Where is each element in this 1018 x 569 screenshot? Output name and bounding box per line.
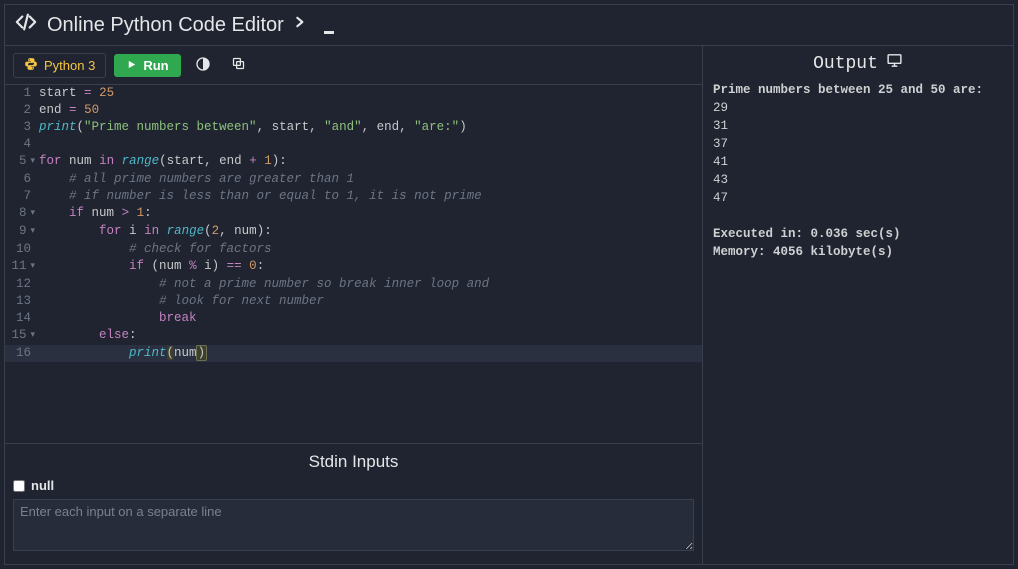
- code-line[interactable]: 13 # look for next number: [5, 293, 702, 310]
- code-line[interactable]: 16 print(num): [5, 345, 702, 362]
- title-bar: Online Python Code Editor: [5, 5, 1013, 46]
- code-content: start = 25: [39, 85, 114, 102]
- code-content: if num > 1:: [39, 205, 152, 222]
- code-line[interactable]: 11 if (num % i) == 0:: [5, 258, 702, 276]
- stdin-title: Stdin Inputs: [13, 450, 694, 478]
- stdin-null-label: null: [31, 478, 54, 493]
- output-line: 37: [713, 135, 1003, 153]
- line-number: 8: [5, 205, 39, 223]
- code-content: break: [39, 310, 197, 327]
- code-line[interactable]: 5for num in range(start, end + 1):: [5, 153, 702, 171]
- run-button[interactable]: Run: [114, 54, 180, 77]
- terminal-prompt-icon: [294, 12, 314, 38]
- code-content: for num in range(start, end + 1):: [39, 153, 287, 170]
- left-column: Python 3 Run: [5, 46, 703, 564]
- editor-toolbar: Python 3 Run: [5, 46, 702, 85]
- line-number: 14: [5, 310, 39, 327]
- code-line[interactable]: 9 for i in range(2, num):: [5, 223, 702, 241]
- stdin-null-checkbox[interactable]: [13, 480, 25, 492]
- code-content: if (num % i) == 0:: [39, 258, 264, 275]
- copy-button[interactable]: [225, 52, 253, 78]
- code-line[interactable]: 4: [5, 136, 702, 153]
- code-content: # check for factors: [39, 241, 272, 258]
- copy-icon: [231, 56, 246, 74]
- output-line: Executed in: 0.036 sec(s): [713, 225, 1003, 243]
- code-line[interactable]: 12 # not a prime number so break inner l…: [5, 276, 702, 293]
- code-content: print(num): [39, 345, 206, 362]
- output-title: Output: [813, 54, 878, 74]
- output-line: 47: [713, 189, 1003, 207]
- line-number: 12: [5, 276, 39, 293]
- output-panel: Output Prime numbers between 25 and 50 a…: [703, 46, 1013, 564]
- app-frame: Online Python Code Editor Python 3: [4, 4, 1014, 565]
- line-number: 5: [5, 153, 39, 171]
- language-label: Python 3: [44, 58, 95, 73]
- stdin-textarea[interactable]: [13, 499, 694, 551]
- code-line[interactable]: 15 else:: [5, 327, 702, 345]
- line-number: 13: [5, 293, 39, 310]
- code-line[interactable]: 1start = 25: [5, 85, 702, 102]
- code-line[interactable]: 10 # check for factors: [5, 241, 702, 258]
- line-number: 16: [5, 345, 39, 362]
- output-line: 31: [713, 117, 1003, 135]
- code-line[interactable]: 3print("Prime numbers between", start, "…: [5, 119, 702, 136]
- output-line: Prime numbers between 25 and 50 are:: [713, 81, 1003, 99]
- line-number: 3: [5, 119, 39, 136]
- line-number: 1: [5, 85, 39, 102]
- code-line[interactable]: 14 break: [5, 310, 702, 327]
- language-badge[interactable]: Python 3: [13, 53, 106, 78]
- python-icon: [24, 57, 38, 74]
- line-number: 7: [5, 188, 39, 205]
- code-line[interactable]: 8 if num > 1:: [5, 205, 702, 223]
- line-number: 2: [5, 102, 39, 119]
- code-content: # look for next number: [39, 293, 324, 310]
- output-line: 43: [713, 171, 1003, 189]
- cursor-icon: [324, 31, 334, 34]
- line-number: 9: [5, 223, 39, 241]
- stdin-panel: Stdin Inputs null: [5, 443, 702, 564]
- code-icon: [15, 11, 37, 39]
- code-content: print("Prime numbers between", start, "a…: [39, 119, 467, 136]
- stdin-null-row[interactable]: null: [13, 478, 694, 493]
- code-line[interactable]: 7 # if number is less than or equal to 1…: [5, 188, 702, 205]
- output-title-row: Output: [713, 52, 1003, 81]
- output-body: Prime numbers between 25 and 50 are:2931…: [713, 81, 1003, 261]
- code-content: # if number is less than or equal to 1, …: [39, 188, 482, 205]
- run-label: Run: [143, 58, 168, 73]
- line-number: 10: [5, 241, 39, 258]
- code-content: # all prime numbers are greater than 1: [39, 171, 354, 188]
- line-number: 11: [5, 258, 39, 276]
- code-editor[interactable]: 1start = 252end = 503print("Prime number…: [5, 85, 702, 443]
- monitor-icon: [886, 52, 903, 75]
- line-number: 4: [5, 136, 39, 153]
- line-number: 15: [5, 327, 39, 345]
- code-content: # not a prime number so break inner loop…: [39, 276, 489, 293]
- play-icon: [126, 58, 137, 73]
- output-line: 41: [713, 153, 1003, 171]
- code-content: else:: [39, 327, 137, 344]
- main-body: Python 3 Run: [5, 46, 1013, 564]
- output-line: 29: [713, 99, 1003, 117]
- line-number: 6: [5, 171, 39, 188]
- code-content: for i in range(2, num):: [39, 223, 272, 240]
- theme-toggle-button[interactable]: [189, 52, 217, 78]
- contrast-icon: [195, 56, 211, 75]
- output-line: Memory: 4056 kilobyte(s): [713, 243, 1003, 261]
- code-content: end = 50: [39, 102, 99, 119]
- code-line[interactable]: 2end = 50: [5, 102, 702, 119]
- code-line[interactable]: 6 # all prime numbers are greater than 1: [5, 171, 702, 188]
- page-title: Online Python Code Editor: [47, 14, 284, 37]
